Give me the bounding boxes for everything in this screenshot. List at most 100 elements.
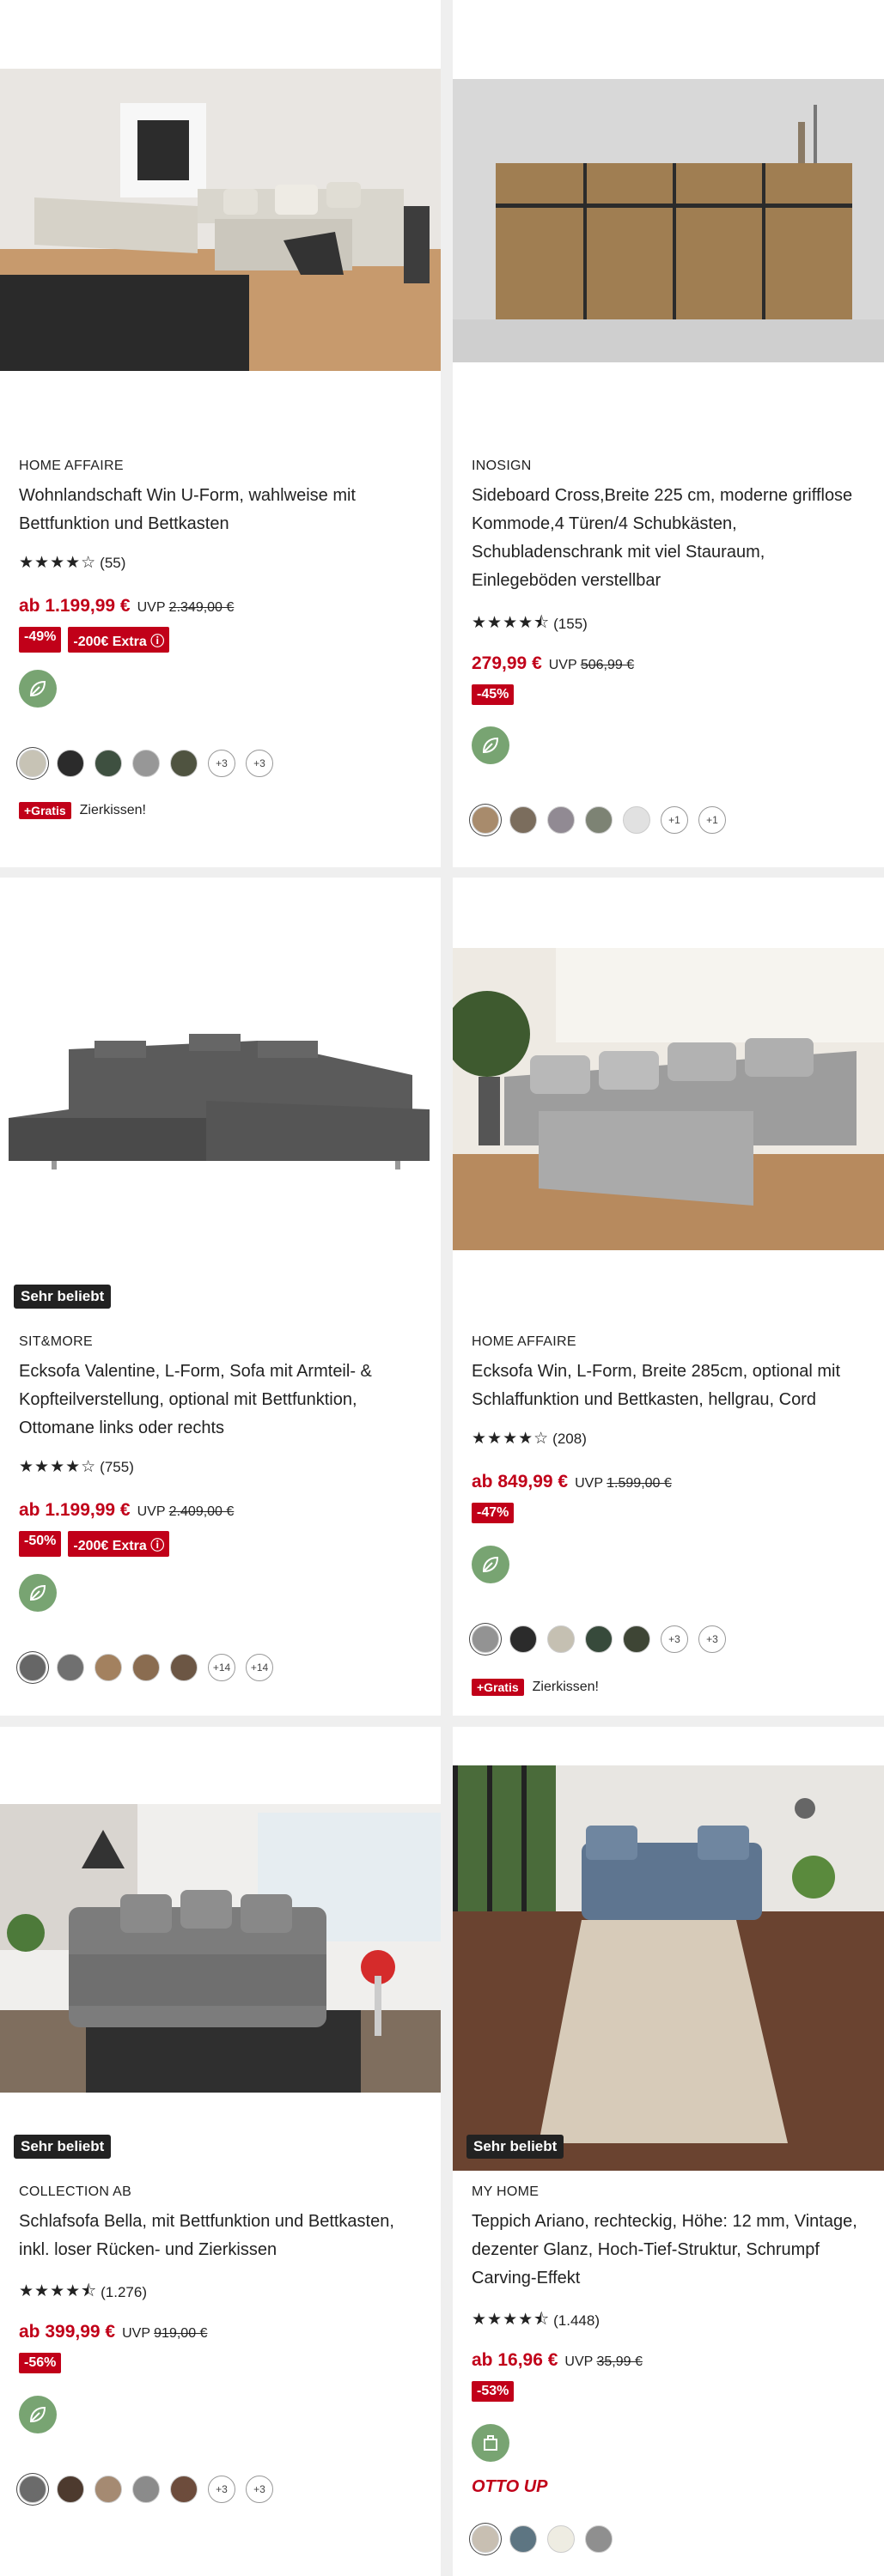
color-swatch[interactable] bbox=[57, 1654, 84, 1681]
color-swatch[interactable] bbox=[509, 2525, 537, 2553]
sustainability-icon[interactable] bbox=[19, 2396, 57, 2433]
color-swatch[interactable] bbox=[132, 750, 160, 777]
product-card[interactable]: INOSIGN Sideboard Cross,Breite 225 cm, m… bbox=[453, 0, 884, 867]
more-colors-button[interactable]: +14 bbox=[208, 1654, 235, 1681]
color-swatch[interactable] bbox=[57, 750, 84, 777]
leaf-icon bbox=[29, 2406, 46, 2423]
discount-badge: -45% bbox=[472, 684, 515, 705]
product-card[interactable]: Sehr beliebt MY HOME Teppich Ariano, rec… bbox=[453, 1727, 884, 2576]
more-colors-button[interactable]: +3 bbox=[208, 750, 235, 777]
more-colors-button[interactable]: +3 bbox=[246, 2476, 273, 2503]
uvp: UVP 2.349,00 € bbox=[137, 600, 235, 615]
color-swatch[interactable] bbox=[19, 2476, 46, 2503]
product-title[interactable]: Wohnlandschaft Win U-Form, wahlweise mit… bbox=[19, 482, 424, 538]
sustainability-icon[interactable] bbox=[19, 1574, 57, 1612]
color-swatch[interactable] bbox=[170, 1654, 198, 1681]
color-swatch[interactable] bbox=[57, 2476, 84, 2503]
uvp: UVP 1.599,00 € bbox=[575, 1476, 672, 1491]
product-image[interactable] bbox=[453, 1765, 884, 2171]
price: 279,99 € bbox=[472, 653, 542, 673]
product-title[interactable]: Schlafsofa Bella, mit Bettfunktion und B… bbox=[19, 2208, 424, 2264]
rating-stars: ★★★★☆ bbox=[19, 554, 97, 572]
color-swatch[interactable] bbox=[509, 1625, 537, 1653]
color-swatch[interactable] bbox=[170, 2476, 198, 2503]
product-rating: ★★★★⯪ (155) bbox=[472, 611, 588, 638]
product-image[interactable] bbox=[453, 948, 884, 1250]
price-row: ab 1.199,99 € UVP 2.349,00 € bbox=[19, 596, 234, 617]
product-title[interactable]: Ecksofa Win, L-Form, Breite 285cm, optio… bbox=[472, 1358, 867, 1414]
price: ab 1.199,99 € bbox=[19, 1500, 131, 1520]
color-swatch[interactable] bbox=[547, 806, 575, 834]
color-swatch[interactable] bbox=[472, 1625, 499, 1653]
color-swatch[interactable] bbox=[132, 1654, 160, 1681]
more-colors-button[interactable]: +3 bbox=[246, 750, 273, 777]
price: ab 849,99 € bbox=[472, 1472, 569, 1492]
uvp: UVP 506,99 € bbox=[548, 658, 635, 672]
color-swatch[interactable] bbox=[547, 1625, 575, 1653]
color-swatch[interactable] bbox=[19, 1654, 46, 1681]
popular-badge: Sehr beliebt bbox=[14, 1285, 112, 1309]
popular-badge: Sehr beliebt bbox=[14, 2135, 112, 2159]
price: ab 399,99 € bbox=[19, 2322, 116, 2342]
product-card[interactable]: Sehr beliebt COLLECTION AB Schlafsofa Be… bbox=[0, 1727, 441, 2576]
product-title[interactable]: Sideboard Cross,Breite 225 cm, moderne g… bbox=[472, 482, 867, 595]
color-swatch[interactable] bbox=[547, 2525, 575, 2553]
product-title[interactable]: Teppich Ariano, rechteckig, Höhe: 12 mm,… bbox=[472, 2208, 867, 2293]
color-swatch[interactable] bbox=[585, 806, 613, 834]
sustainability-icon[interactable] bbox=[472, 726, 509, 764]
rating-count: (155) bbox=[553, 616, 588, 632]
gratis-row: +Gratis Zierkissen! bbox=[19, 802, 146, 819]
more-colors-button[interactable]: +1 bbox=[661, 806, 688, 834]
product-image[interactable] bbox=[0, 1804, 441, 2093]
more-colors-button[interactable]: +3 bbox=[698, 1625, 726, 1653]
more-colors-button[interactable]: +3 bbox=[661, 1625, 688, 1653]
sustainability-icon[interactable] bbox=[472, 2424, 509, 2462]
color-swatch[interactable] bbox=[94, 2476, 122, 2503]
product-image[interactable] bbox=[453, 79, 884, 362]
rating-count: (755) bbox=[100, 1458, 134, 1475]
more-colors-button[interactable]: +1 bbox=[698, 806, 726, 834]
product-title[interactable]: Ecksofa Valentine, L-Form, Sofa mit Armt… bbox=[19, 1358, 424, 1443]
price-row: ab 16,96 € UVP 35,99 € bbox=[472, 2350, 643, 2371]
price-row: ab 399,99 € UVP 919,00 € bbox=[19, 2322, 207, 2342]
sustainability-icon[interactable] bbox=[19, 670, 57, 708]
discount-badge: -50% bbox=[19, 1531, 62, 1557]
color-swatches: +3 +3 bbox=[472, 1625, 726, 1653]
product-rating: ★★★★☆ (755) bbox=[19, 1457, 134, 1477]
rating-stars: ★★★★⯪ bbox=[472, 614, 551, 632]
color-swatches: +3 +3 bbox=[19, 2476, 273, 2503]
color-swatches: +1 +1 bbox=[472, 806, 726, 834]
color-swatch[interactable] bbox=[509, 806, 537, 834]
product-grid: HOME AFFAIRE Wohnlandschaft Win U-Form, … bbox=[0, 0, 884, 2576]
product-image[interactable] bbox=[0, 1015, 441, 1187]
product-card[interactable]: HOME AFFAIRE Ecksofa Win, L-Form, Breite… bbox=[453, 878, 884, 1716]
color-swatch[interactable] bbox=[132, 2476, 160, 2503]
color-swatch[interactable] bbox=[94, 750, 122, 777]
color-swatch[interactable] bbox=[585, 1625, 613, 1653]
product-brand: HOME AFFAIRE bbox=[472, 1334, 576, 1349]
uvp: UVP 2.409,00 € bbox=[137, 1504, 235, 1519]
color-swatch[interactable] bbox=[472, 2525, 499, 2553]
discount-row: -45% bbox=[472, 684, 515, 705]
color-swatch[interactable] bbox=[19, 750, 46, 777]
otto-up-logo: OTTO UP bbox=[472, 2477, 548, 2496]
product-rating: ★★★★⯪ (1.448) bbox=[472, 2307, 600, 2335]
color-swatch[interactable] bbox=[585, 2525, 613, 2553]
sustainability-icon[interactable] bbox=[472, 1546, 509, 1583]
discount-badge: -49% bbox=[19, 627, 62, 653]
color-swatch[interactable] bbox=[94, 1654, 122, 1681]
discount-badge: -56% bbox=[19, 2353, 62, 2373]
product-image[interactable] bbox=[0, 69, 441, 371]
extra-discount-badge[interactable]: -200€ Extra ⓘ bbox=[68, 1531, 170, 1557]
extra-discount-badge[interactable]: -200€ Extra ⓘ bbox=[68, 627, 170, 653]
color-swatch[interactable] bbox=[170, 750, 198, 777]
color-swatch[interactable] bbox=[623, 1625, 650, 1653]
more-colors-button[interactable]: +14 bbox=[246, 1654, 273, 1681]
price-row: 279,99 € UVP 506,99 € bbox=[472, 653, 634, 674]
color-swatch[interactable] bbox=[623, 806, 650, 834]
popular-badge: Sehr beliebt bbox=[466, 2135, 564, 2159]
color-swatch[interactable] bbox=[472, 806, 499, 834]
more-colors-button[interactable]: +3 bbox=[208, 2476, 235, 2503]
product-card[interactable]: HOME AFFAIRE Wohnlandschaft Win U-Form, … bbox=[0, 0, 441, 867]
product-card[interactable]: Sehr beliebt SIT&MORE Ecksofa Valentine,… bbox=[0, 878, 441, 1716]
